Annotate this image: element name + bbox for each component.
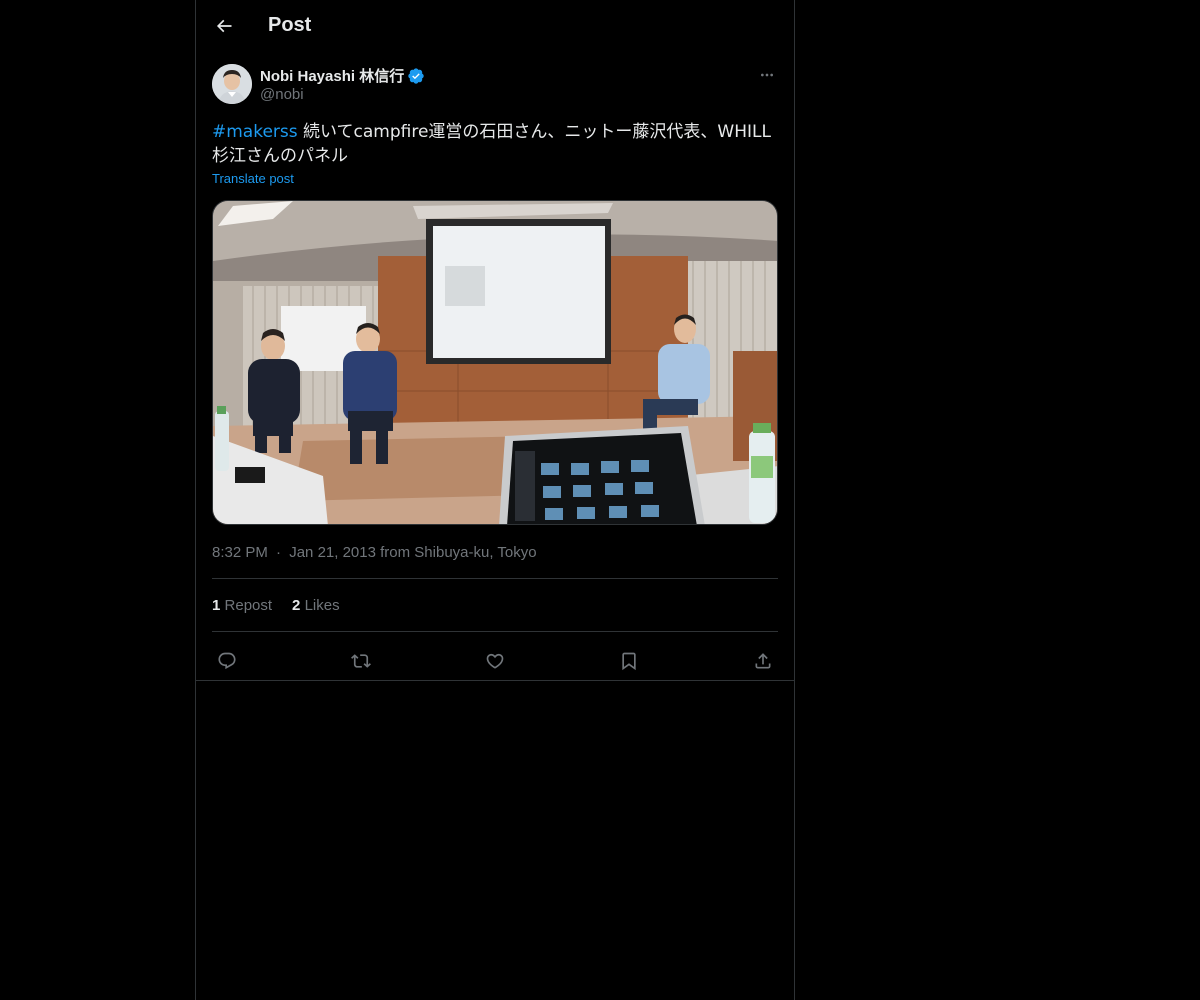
author-name-line: Nobi Hayashi 林信行 xyxy=(260,65,425,86)
post: Nobi Hayashi 林信行 @nobi #makerss 続いてcampf… xyxy=(212,64,778,671)
action-bar xyxy=(212,642,778,680)
heart-icon xyxy=(486,653,504,669)
page-title: Post xyxy=(268,14,312,36)
divider-middle xyxy=(212,631,778,632)
avatar-image xyxy=(212,64,252,104)
hashtag-link[interactable]: #makerss xyxy=(212,122,298,142)
arrow-left-icon xyxy=(216,19,232,33)
reposts-label: Repost xyxy=(224,597,273,614)
divider-bottom xyxy=(196,680,794,681)
more-horizontal-icon xyxy=(761,73,773,77)
header: Post xyxy=(196,0,794,53)
likes-stat[interactable]: 2 Likes xyxy=(292,597,340,614)
primary-column: Post Nobi Hayashi 林信行 @nobi #makerss 続いて… xyxy=(195,0,795,1000)
more-options-button[interactable] xyxy=(756,64,778,86)
likes-label: Likes xyxy=(304,597,340,614)
divider-top xyxy=(212,578,778,579)
reply-icon xyxy=(218,652,236,670)
post-time[interactable]: 8:32 PM xyxy=(212,544,268,561)
meta-separator: · xyxy=(276,544,282,561)
likes-count: 2 xyxy=(292,597,301,614)
reply-button[interactable] xyxy=(212,646,242,676)
bookmark-icon xyxy=(622,652,636,671)
repost-icon xyxy=(351,654,371,668)
share-button[interactable] xyxy=(748,646,778,676)
post-date-location: Jan 21, 2013 from Shibuya-ku, Tokyo xyxy=(289,544,537,561)
author-row: Nobi Hayashi 林信行 @nobi xyxy=(212,64,778,108)
translate-post-link[interactable]: Translate post xyxy=(212,171,294,186)
post-stats: 1 Repost 2 Likes xyxy=(212,597,340,614)
share-icon xyxy=(755,653,771,669)
back-button[interactable] xyxy=(206,8,242,44)
like-button[interactable] xyxy=(480,646,510,676)
reposts-stat[interactable]: 1 Repost xyxy=(212,597,272,614)
conference-panel-photo xyxy=(213,201,777,524)
post-text: #makerss 続いてcampfire運営の石田さん、ニットー藤沢代表、WHI… xyxy=(212,120,778,168)
bookmark-button[interactable] xyxy=(614,646,644,676)
author-handle[interactable]: @nobi xyxy=(260,86,304,103)
post-meta: 8:32 PM · Jan 21, 2013 from Shibuya-ku, … xyxy=(212,544,537,561)
post-photo[interactable] xyxy=(212,200,778,525)
reposts-count: 1 xyxy=(212,597,221,614)
repost-button[interactable] xyxy=(346,646,376,676)
avatar[interactable] xyxy=(212,64,252,104)
author-name[interactable]: Nobi Hayashi 林信行 xyxy=(260,65,404,86)
verified-badge-icon[interactable] xyxy=(407,67,425,85)
